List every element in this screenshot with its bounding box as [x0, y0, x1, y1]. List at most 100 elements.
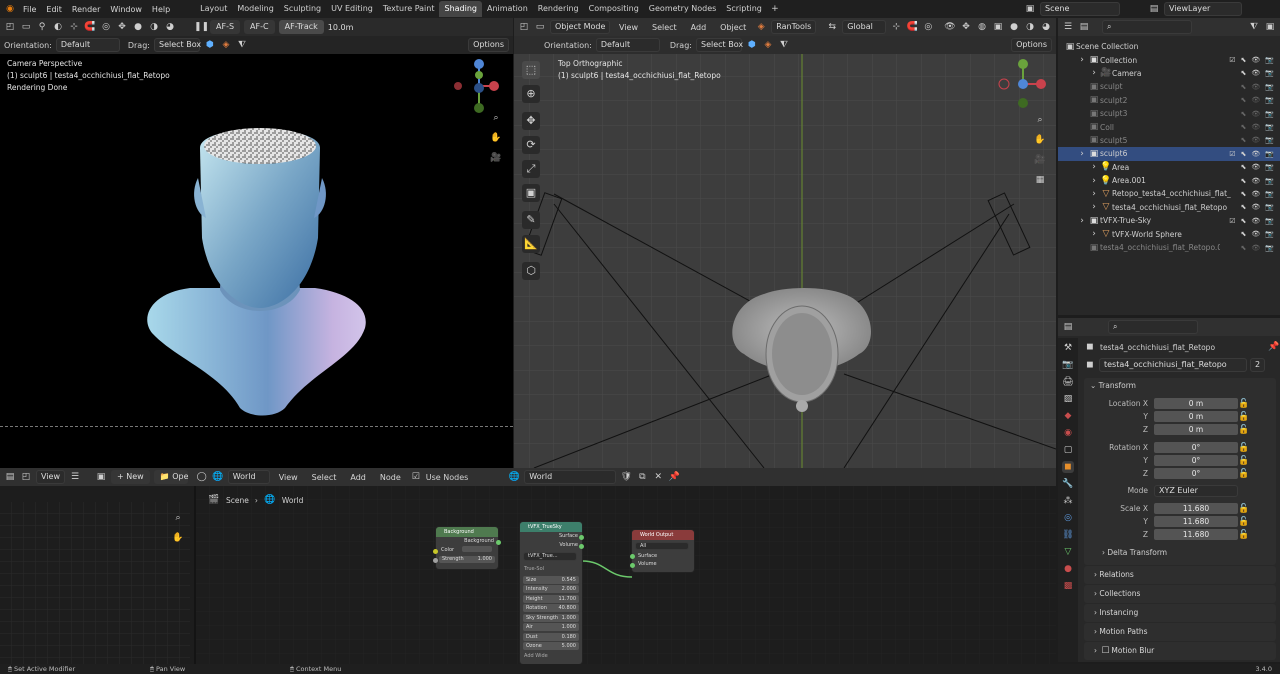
selectable-icon[interactable]: ⬉ [1241, 230, 1247, 238]
render-visibility-icon[interactable]: 📷 [1265, 96, 1274, 104]
pause-icon[interactable]: ❚❚ [194, 21, 209, 33]
menu-file[interactable]: File [18, 5, 41, 14]
transform-tool-icon[interactable]: ▣ [522, 184, 540, 202]
orientation-dropdown[interactable]: Default [595, 38, 660, 52]
selectable-icon[interactable]: ⬉ [1241, 217, 1247, 225]
duplicate-icon[interactable]: ⧉ [636, 471, 648, 483]
motion-blur-panel[interactable]: › ☐ Motion Blur [1084, 642, 1276, 660]
lock-icon[interactable]: 🔓 [1238, 398, 1250, 410]
gizmo-icon[interactable]: ✥ [116, 21, 128, 33]
xray-icon[interactable]: ▣ [992, 21, 1004, 33]
rotation-mode-dropdown[interactable]: XYZ Euler [1154, 484, 1238, 497]
expand-arrow-icon[interactable]: › [1088, 201, 1100, 213]
rotate-tool-icon[interactable]: ⟳ [522, 136, 540, 154]
outliner-row[interactable]: › ▣ sculpt6 ☑ ⬉ 👁 📷 [1058, 147, 1280, 161]
data-tab-icon[interactable]: ▽ [1062, 546, 1074, 558]
sky-parameter-field[interactable]: Dust 0.180 [523, 632, 579, 641]
group-datablock[interactable]: tVFX_True... [523, 552, 577, 561]
expand-arrow-icon[interactable]: › [1076, 54, 1088, 66]
breadcrumb-world[interactable]: World [282, 496, 304, 505]
menu-view[interactable]: View [274, 473, 303, 482]
outliner-row[interactable]: ›💡Area.001☑⬉👁📷 [1058, 174, 1280, 187]
output-tab-icon[interactable]: 🖨 [1062, 376, 1074, 388]
expand-arrow-icon[interactable] [1076, 94, 1088, 106]
view-layer-selector[interactable]: ViewLayer [1164, 2, 1242, 16]
zoom-icon[interactable]: ⌕ [1034, 114, 1046, 126]
gizmo-icon[interactable]: ✥ [960, 21, 972, 33]
selectable-icon[interactable]: ⬉ [1241, 136, 1247, 144]
drag-dropdown[interactable]: Select Box [695, 38, 743, 52]
new-button[interactable]: + New [110, 470, 150, 484]
location-x-field[interactable]: 0 m [1154, 398, 1238, 409]
visibility-eye-icon[interactable]: 👁 [1251, 190, 1260, 198]
image-browse-icon[interactable]: ▣ [95, 471, 107, 483]
menu-add[interactable]: Add [345, 473, 371, 482]
filter-icon[interactable]: ⧨ [1248, 21, 1260, 33]
strength-value[interactable]: 1.000 [478, 556, 492, 563]
outliner-row[interactable]: ▣Coll☑⬉👁📷 [1058, 120, 1280, 133]
3d-viewport[interactable]: ◰ ▭ Object Mode View Select Add Object ◈… [514, 18, 1056, 468]
navigation-gizmo[interactable] [994, 58, 1050, 114]
camera-view-icon[interactable]: 🎥 [1034, 154, 1046, 166]
visibility-icon[interactable]: 👁 [944, 21, 956, 33]
view-dropdown[interactable]: View [36, 470, 65, 484]
scene-selector[interactable]: Scene [1040, 2, 1120, 16]
location-z-field[interactable]: 0 m [1154, 424, 1238, 435]
rendered-shading-icon[interactable]: ◕ [1040, 21, 1052, 33]
breadcrumb-scene[interactable]: Scene [226, 496, 249, 505]
solid-shading-icon[interactable]: ● [1008, 21, 1020, 33]
outliner-row[interactable]: › ▣ Collection ☑ ⬉ 👁 📷 [1058, 53, 1280, 66]
sky-parameter-field[interactable]: Size 0.545 [523, 575, 579, 584]
selectable-icon[interactable]: ⬉ [1241, 163, 1247, 171]
sky-parameter-field[interactable]: Air 1.000 [523, 623, 579, 631]
visibility-eye-icon[interactable]: 👁 [1251, 203, 1260, 211]
tool-tab-icon[interactable]: ⚒ [1062, 342, 1074, 354]
menu-node[interactable]: Node [375, 473, 406, 482]
expand-arrow-icon[interactable] [1076, 134, 1088, 146]
outliner-row[interactable]: ▣testa4_occhichiusi_flat_Retopo.001☑⬉👁📷 [1058, 241, 1280, 254]
select-tool-icon[interactable]: ⬚ [522, 61, 540, 79]
render-visibility-icon[interactable]: 📷 [1265, 136, 1274, 144]
visibility-eye-icon[interactable]: 👁 [1251, 56, 1260, 64]
menu-add[interactable]: Add [686, 23, 712, 32]
lock-icon[interactable]: 🔓 [1238, 529, 1250, 541]
collections-panel[interactable]: › Collections [1084, 585, 1276, 603]
color-icon[interactable]: ⬢ [746, 39, 758, 51]
workspace-tab-sculpting[interactable]: Sculpting [279, 1, 326, 17]
cursor-tool-icon[interactable]: ⊕ [522, 85, 540, 103]
world-name-field[interactable]: World [524, 470, 617, 484]
filter-icon[interactable]: ⧨ [778, 39, 790, 51]
selectable-icon[interactable]: ⬉ [1241, 150, 1247, 158]
drag-dropdown[interactable]: Select Box [153, 38, 201, 52]
motion-paths-panel[interactable]: › Motion Paths [1084, 623, 1276, 641]
rotation-y-field[interactable]: 0° [1154, 455, 1238, 466]
outliner-row[interactable]: ›▽Retopo_testa4_occhichiusi_flat_☑⬉👁📷 [1058, 187, 1280, 200]
outliner-row[interactable]: ›▽testa4_occhichiusi_flat_Retopo☑⬉👁📷 [1058, 201, 1280, 214]
selectable-icon[interactable]: ⬉ [1241, 244, 1247, 252]
truesky-group-node[interactable]: tVFX_TrueSky Surface Volume tVFX_True...… [520, 522, 582, 664]
object-datablock[interactable]: testa4_occhichiusi_flat_Retopo [1099, 358, 1247, 372]
workspace-tab-layout[interactable]: Layout [195, 1, 232, 17]
snap-icon[interactable]: 🧲 [84, 21, 96, 33]
scale-tool-icon[interactable]: ⤢ [522, 160, 540, 178]
include-checkbox-icon[interactable]: ☑ [1229, 56, 1235, 64]
selectable-icon[interactable]: ⬉ [1241, 203, 1247, 211]
visibility-eye-icon[interactable]: 👁 [1251, 163, 1260, 171]
render-visibility-icon[interactable]: 📷 [1265, 217, 1274, 225]
editor-type-icon[interactable]: ◰ [4, 21, 16, 33]
outliner-row[interactable]: › ▣ tVFX-True-Sky ☑ ⬉ 👁 📷 [1058, 214, 1280, 227]
sky-parameter-field[interactable]: Sky Strength 1.000 [523, 613, 579, 622]
open-button[interactable]: 📁 Open [153, 470, 188, 484]
render-tab-icon[interactable]: 📷 [1062, 359, 1074, 371]
material-icon[interactable]: ◈ [762, 39, 774, 51]
lock-icon[interactable]: 🔓 [1238, 455, 1250, 467]
editor-type-icon[interactable]: ▤ [1062, 321, 1074, 333]
selectable-icon[interactable]: ⬉ [1241, 190, 1247, 198]
delta-transform-subpanel[interactable]: › Delta Transform [1084, 545, 1276, 561]
physics-tab-icon[interactable]: ◎ [1062, 512, 1074, 524]
visibility-eye-icon[interactable]: 👁 [1251, 217, 1260, 225]
world-browse-icon[interactable]: 🌐 [508, 471, 520, 483]
select-mode-icon[interactable]: ▭ [20, 21, 32, 33]
expand-arrow-icon[interactable]: › [1076, 148, 1088, 160]
world-tab-icon[interactable]: ◉ [1062, 427, 1074, 439]
